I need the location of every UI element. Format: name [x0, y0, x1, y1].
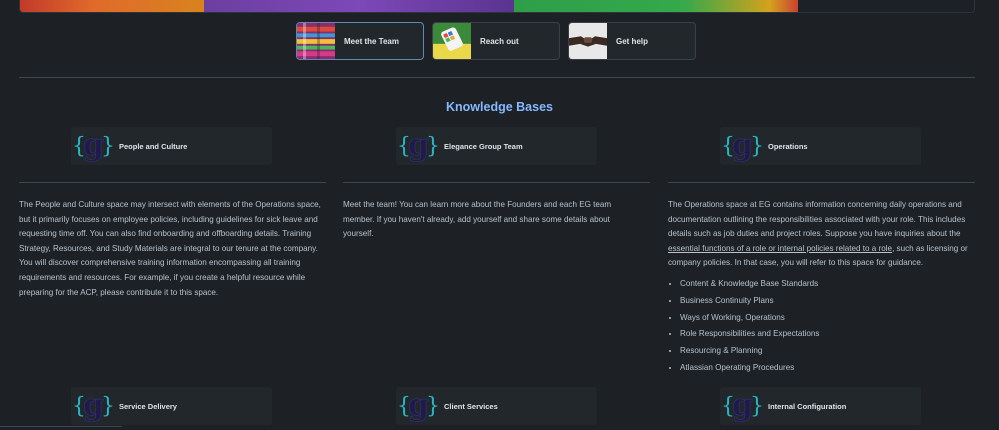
eg-logo-icon: { g }: [72, 128, 113, 164]
quick-link-label: Meet the Team: [344, 36, 399, 46]
knowledge-bases-heading: Knowledge Bases: [446, 100, 553, 114]
column-divider: [19, 182, 326, 183]
quick-link-meet-the-team[interactable]: Meet the Team: [296, 22, 424, 60]
space-card-service-delivery[interactable]: { g } Service Delivery: [71, 387, 272, 425]
space-card-label: Service Delivery: [119, 401, 177, 411]
svg-text:}: }: [426, 394, 438, 419]
list-item: Content & Knowledge Base Standards: [680, 276, 819, 293]
column-divider: [343, 182, 650, 183]
people-and-culture-description: The People and Culture space may interse…: [19, 200, 321, 297]
quick-link-get-help[interactable]: Get help: [568, 22, 696, 60]
list-item: Ways of Working, Operations: [680, 310, 819, 327]
hero-banner-image: [19, 0, 975, 13]
eg-logo-icon: { g }: [397, 388, 438, 424]
space-card-label: Elegance Group Team: [444, 141, 523, 151]
svg-text:}: }: [750, 134, 762, 159]
list-item: Resourcing & Planning: [680, 343, 819, 360]
space-card-elegance-group-team[interactable]: { g } Elegance Group Team: [396, 127, 597, 165]
handshake-image: [569, 23, 607, 59]
eg-logo-icon: { g }: [721, 388, 762, 424]
eg-logo-icon: { g }: [721, 128, 762, 164]
horizontal-scrollbar[interactable]: [0, 426, 122, 430]
essential-functions-link[interactable]: essential functions of a role or interna…: [668, 244, 892, 253]
phone-apps-image: [433, 23, 471, 59]
svg-text:}: }: [101, 134, 113, 159]
list-item: Atlassian Operating Procedures: [680, 360, 819, 377]
quick-link-label: Get help: [616, 36, 649, 46]
svg-text:}: }: [750, 394, 762, 419]
elegance-group-team-description: Meet the team! You can learn more about …: [343, 200, 612, 239]
eg-logo-icon: { g }: [397, 128, 438, 164]
operations-bullet-list: Content & Knowledge Base Standards Busin…: [668, 276, 819, 377]
space-card-label: Operations: [768, 141, 808, 151]
space-card-label: Internal Configuration: [768, 401, 847, 411]
svg-text:}: }: [426, 134, 438, 159]
operations-text-before: The Operations space at EG contains info…: [668, 200, 966, 239]
colorful-blocks-image: [297, 23, 335, 59]
space-card-people-and-culture[interactable]: { g } People and Culture: [71, 127, 272, 165]
list-item: Role Responsibilities and Expectations: [680, 326, 819, 343]
section-divider: [19, 77, 975, 78]
space-card-label: Client Services: [444, 401, 498, 411]
svg-text:}: }: [101, 394, 113, 419]
list-item: Business Continuity Plans: [680, 293, 819, 310]
column-divider: [668, 182, 975, 183]
operations-description: The Operations space at EG contains info…: [668, 198, 980, 271]
space-card-operations[interactable]: { g } Operations: [720, 127, 921, 165]
quick-link-label: Reach out: [480, 36, 519, 46]
space-card-label: People and Culture: [119, 141, 188, 151]
space-card-internal-configuration[interactable]: { g } Internal Configuration: [720, 387, 921, 425]
eg-logo-icon: { g }: [72, 388, 113, 424]
space-card-client-services[interactable]: { g } Client Services: [396, 387, 597, 425]
quick-link-reach-out[interactable]: Reach out: [432, 22, 560, 60]
